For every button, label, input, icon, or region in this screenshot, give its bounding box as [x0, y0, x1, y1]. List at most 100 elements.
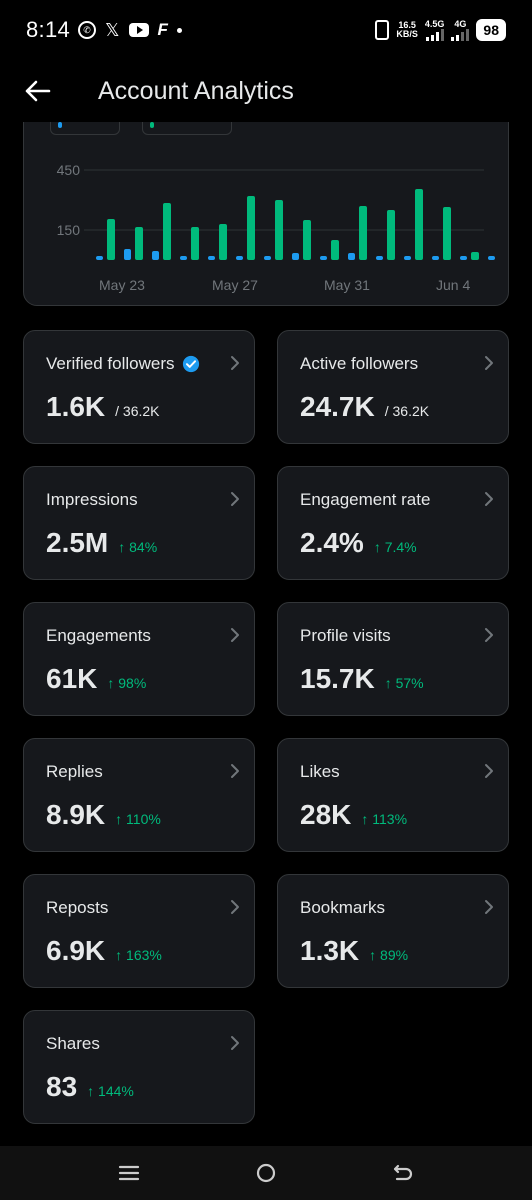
system-nav-bar	[0, 1146, 532, 1200]
bar-blue	[124, 249, 131, 260]
stat-label-text: Reposts	[46, 898, 109, 917]
bar-blue	[404, 256, 411, 260]
bar-green	[331, 240, 339, 260]
stat-card-engagement-rate[interactable]: Engagement rate 2.4% ↑ 7.4%	[277, 466, 509, 580]
stat-label-text: Shares	[46, 1034, 100, 1053]
bar-green	[135, 227, 143, 260]
stat-card-replies[interactable]: Replies 8.9K ↑ 110%	[23, 738, 255, 852]
stat-value-row: 83 ↑ 144%	[46, 1071, 134, 1103]
stat-label-text: Profile visits	[300, 626, 391, 645]
bar-green	[107, 219, 115, 260]
stat-change: ↑ 98%	[107, 675, 147, 691]
signal-2: 4G	[451, 19, 470, 41]
stat-label-text: Engagements	[46, 626, 151, 645]
bar-green	[359, 206, 367, 260]
page-title: Account Analytics	[98, 76, 294, 105]
bar-green	[387, 210, 395, 260]
f-app-icon: F	[157, 20, 168, 39]
system-back-button[interactable]	[383, 1153, 423, 1193]
notification-icons: ✆ 𝕏 F	[78, 20, 182, 41]
x-tick-label: May 23	[99, 277, 145, 293]
back-icon	[394, 1164, 413, 1181]
stat-value-row: 24.7K / 36.2K	[300, 391, 429, 423]
chevron-right-icon	[485, 764, 493, 778]
stat-label: Replies	[46, 762, 103, 782]
verified-badge-icon	[182, 355, 199, 373]
stat-card-bookmarks[interactable]: Bookmarks 1.3K ↑ 89%	[277, 874, 509, 988]
stat-total: / 36.2K	[115, 403, 160, 419]
stat-card-engagements[interactable]: Engagements 61K ↑ 98%	[23, 602, 255, 716]
battery-icon: 98	[476, 19, 506, 41]
stat-label: Verified followers	[46, 354, 200, 374]
bar-green	[163, 203, 171, 260]
system-indicators: 16.5 KB/S 4.5G 4G 98	[375, 19, 506, 41]
whatsapp-icon: ✆	[78, 21, 97, 39]
chevron-right-icon	[231, 764, 239, 778]
signal-bars-icon	[425, 29, 444, 41]
stat-label: Engagement rate	[300, 490, 430, 510]
recent-apps-button[interactable]	[109, 1153, 149, 1193]
stat-label: Bookmarks	[300, 898, 385, 918]
bar-green	[415, 189, 423, 260]
chevron-right-icon	[485, 356, 493, 370]
x-tick-label: Jun 4	[436, 277, 470, 293]
status-time: 8:14	[26, 17, 71, 42]
stat-value-row: 1.6K / 36.2K	[46, 391, 160, 423]
analytics-chart-card: 450 150 May 23 May 27 May 31 Jun 4	[23, 100, 509, 306]
back-button[interactable]	[18, 71, 58, 111]
stat-value-row: 2.5M ↑ 84%	[46, 527, 157, 559]
stat-label-text: Engagement rate	[300, 490, 431, 509]
stat-card-verified-followers[interactable]: Verified followers 1.6K / 36.2K	[23, 330, 255, 444]
stat-value: 6.9K	[46, 935, 106, 966]
bar-blue	[236, 256, 243, 260]
bar-green	[303, 220, 311, 260]
stat-card-shares[interactable]: Shares 83 ↑ 144%	[23, 1010, 255, 1124]
bar-blue	[208, 256, 215, 260]
net-type-2: 4G	[454, 19, 467, 29]
chevron-right-icon	[485, 900, 493, 914]
signal-1: 4.5G	[425, 19, 444, 41]
bar-green	[247, 196, 255, 260]
stat-value-row: 8.9K ↑ 110%	[46, 799, 161, 831]
stat-card-likes[interactable]: Likes 28K ↑ 113%	[277, 738, 509, 852]
stat-value: 83	[46, 1071, 78, 1102]
bar-blue	[320, 256, 327, 260]
bar-blue	[264, 256, 271, 260]
stat-label: Engagements	[46, 626, 151, 646]
arrow-left-icon	[25, 80, 51, 102]
stat-label-text: Likes	[300, 762, 340, 781]
stat-value-row: 28K ↑ 113%	[300, 799, 407, 831]
stat-label-text: Verified followers	[46, 354, 175, 373]
stat-value: 1.6K	[46, 391, 106, 422]
stat-card-reposts[interactable]: Reposts 6.9K ↑ 163%	[23, 874, 255, 988]
stat-label: Impressions	[46, 490, 138, 510]
stat-value: 2.5M	[46, 527, 109, 558]
chevron-right-icon	[231, 628, 239, 642]
chevron-right-icon	[485, 492, 493, 506]
chevron-right-icon	[231, 900, 239, 914]
stat-card-profile-visits[interactable]: Profile visits 15.7K ↑ 57%	[277, 602, 509, 716]
stat-change: ↑ 89%	[369, 947, 409, 963]
stat-card-active-followers[interactable]: Active followers 24.7K / 36.2K	[277, 330, 509, 444]
youtube-icon	[128, 23, 149, 37]
x-tick-label: May 31	[324, 277, 370, 293]
stat-value: 15.7K	[300, 663, 375, 694]
chevron-right-icon	[231, 1036, 239, 1050]
stat-value-row: 2.4% ↑ 7.4%	[300, 527, 417, 559]
stat-value: 8.9K	[46, 799, 106, 830]
stat-card-impressions[interactable]: Impressions 2.5M ↑ 84%	[23, 466, 255, 580]
dot-icon	[176, 27, 182, 33]
stat-value-row: 61K ↑ 98%	[46, 663, 146, 695]
chevron-right-icon	[231, 356, 239, 370]
stat-label-text: Active followers	[300, 354, 419, 373]
stat-label: Shares	[46, 1034, 100, 1054]
stat-label: Active followers	[300, 354, 418, 374]
bar-blue	[152, 251, 159, 260]
stat-label-text: Replies	[46, 762, 103, 781]
stat-label: Likes	[300, 762, 340, 782]
bar-green	[275, 200, 283, 260]
stat-label-text: Impressions	[46, 490, 138, 509]
signal-bars-icon	[451, 29, 470, 41]
home-button[interactable]	[246, 1153, 286, 1193]
chevron-right-icon	[485, 628, 493, 642]
